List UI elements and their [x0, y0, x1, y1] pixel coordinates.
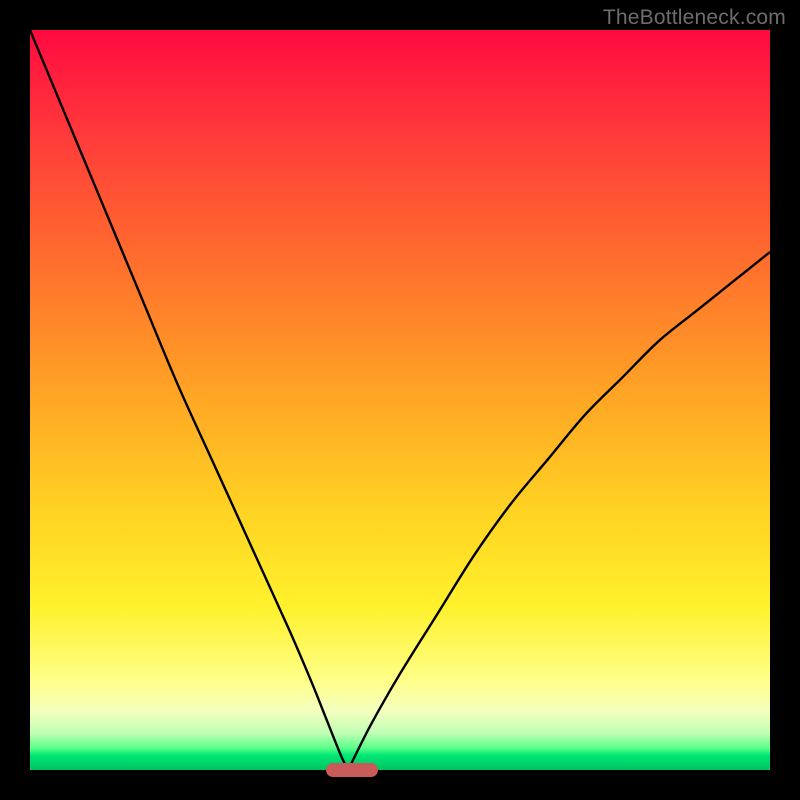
bottleneck-curve — [30, 30, 770, 770]
curve-left-branch — [30, 30, 348, 770]
chart-frame: TheBottleneck.com — [0, 0, 800, 800]
watermark-text: TheBottleneck.com — [603, 6, 786, 30]
plot-area — [30, 30, 770, 770]
curve-right-branch — [348, 252, 770, 770]
sweet-spot-marker — [326, 763, 378, 777]
